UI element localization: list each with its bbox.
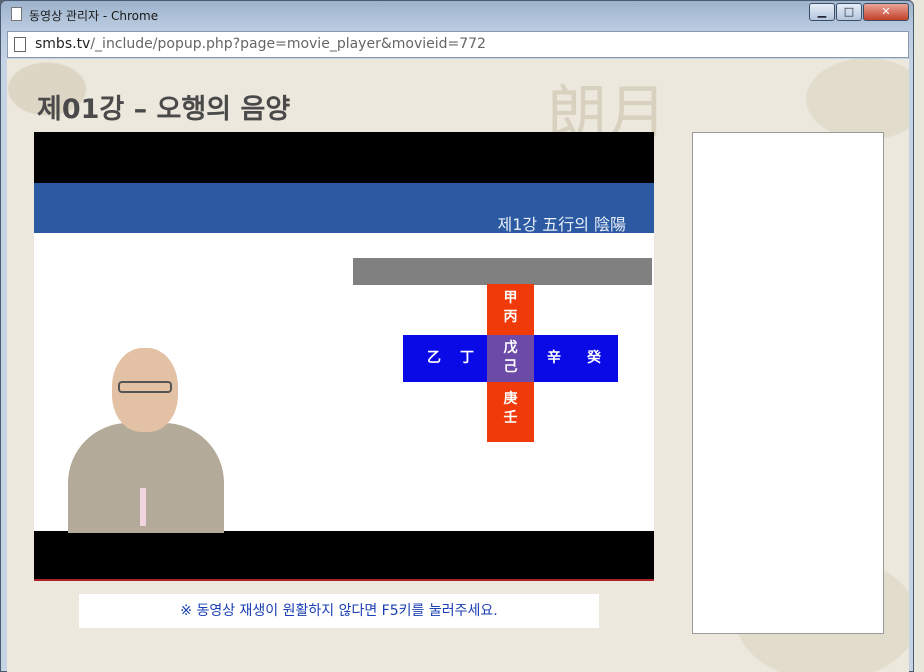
url-text[interactable]: smbs.tv/_include/popup.php?page=movie_pl… [35, 36, 486, 52]
address-bar[interactable]: smbs.tv/_include/popup.php?page=movie_pl… [7, 31, 909, 58]
maximize-icon: □ [843, 5, 855, 18]
progress-line [34, 579, 654, 581]
stem-center: 戊 己 [487, 339, 534, 377]
close-icon: ✕ [881, 5, 891, 18]
slide-banner: 제1강 五行의 陰陽 [34, 183, 654, 234]
stem-top: 甲 丙 [487, 289, 534, 327]
presenter-figure [62, 348, 227, 533]
video-frame[interactable]: 제1강 五行의 陰陽 甲 丙 乙 丁 戊 己 辛 癸 庚 壬 [34, 183, 654, 533]
stem-bottom: 庚 壬 [487, 390, 534, 428]
stem-right-1: 辛 [547, 350, 561, 366]
stem-label: 丙 [503, 309, 518, 325]
stem-right-2: 癸 [587, 350, 601, 366]
glasses-icon [118, 381, 172, 393]
url-host: smbs.tv [35, 36, 91, 52]
url-path: /_include/popup.php?page=movie_player&mo… [90, 36, 486, 52]
stem-left-1: 乙 [427, 350, 441, 366]
stem-label: 庚 [503, 391, 518, 407]
stem-left-2: 丁 [460, 350, 474, 366]
stem-label: 己 [503, 359, 518, 375]
window-title: 동영상 관리자 - Chrome [29, 9, 159, 23]
popup-window: 동영상 관리자 - Chrome ▁ □ ✕ smbs.tv/_include/… [0, 0, 914, 672]
page-icon [11, 7, 22, 21]
video-player[interactable]: 제1강 五行의 陰陽 甲 丙 乙 丁 戊 己 辛 癸 庚 壬 [34, 132, 654, 581]
slide-heading: 제1강 五行의 陰陽 [497, 215, 626, 234]
slide-gray-bar [353, 258, 652, 285]
maximize-button[interactable]: □ [836, 3, 862, 21]
side-panel [692, 132, 884, 634]
page-viewport: 朗月 제01강 – 오행의 음양 제1강 五行의 陰陽 甲 丙 乙 丁 戊 己 … [7, 59, 909, 672]
stem-label: 戊 [503, 340, 518, 356]
minimize-button[interactable]: ▁ [809, 3, 835, 21]
document-icon [14, 37, 26, 52]
title-bar[interactable]: 동영상 관리자 - Chrome ▁ □ ✕ [1, 1, 913, 29]
minimize-icon: ▁ [817, 5, 827, 18]
presenter-body [68, 423, 224, 533]
close-button[interactable]: ✕ [863, 3, 909, 21]
stem-label: 壬 [503, 410, 518, 426]
stem-label: 甲 [503, 290, 518, 306]
playback-notice: ※ 동영상 재생이 원활하지 않다면 F5키를 눌러주세요. [79, 594, 599, 628]
page-title: 제01강 – 오행의 음양 [37, 94, 291, 125]
microphone-icon [140, 488, 146, 526]
